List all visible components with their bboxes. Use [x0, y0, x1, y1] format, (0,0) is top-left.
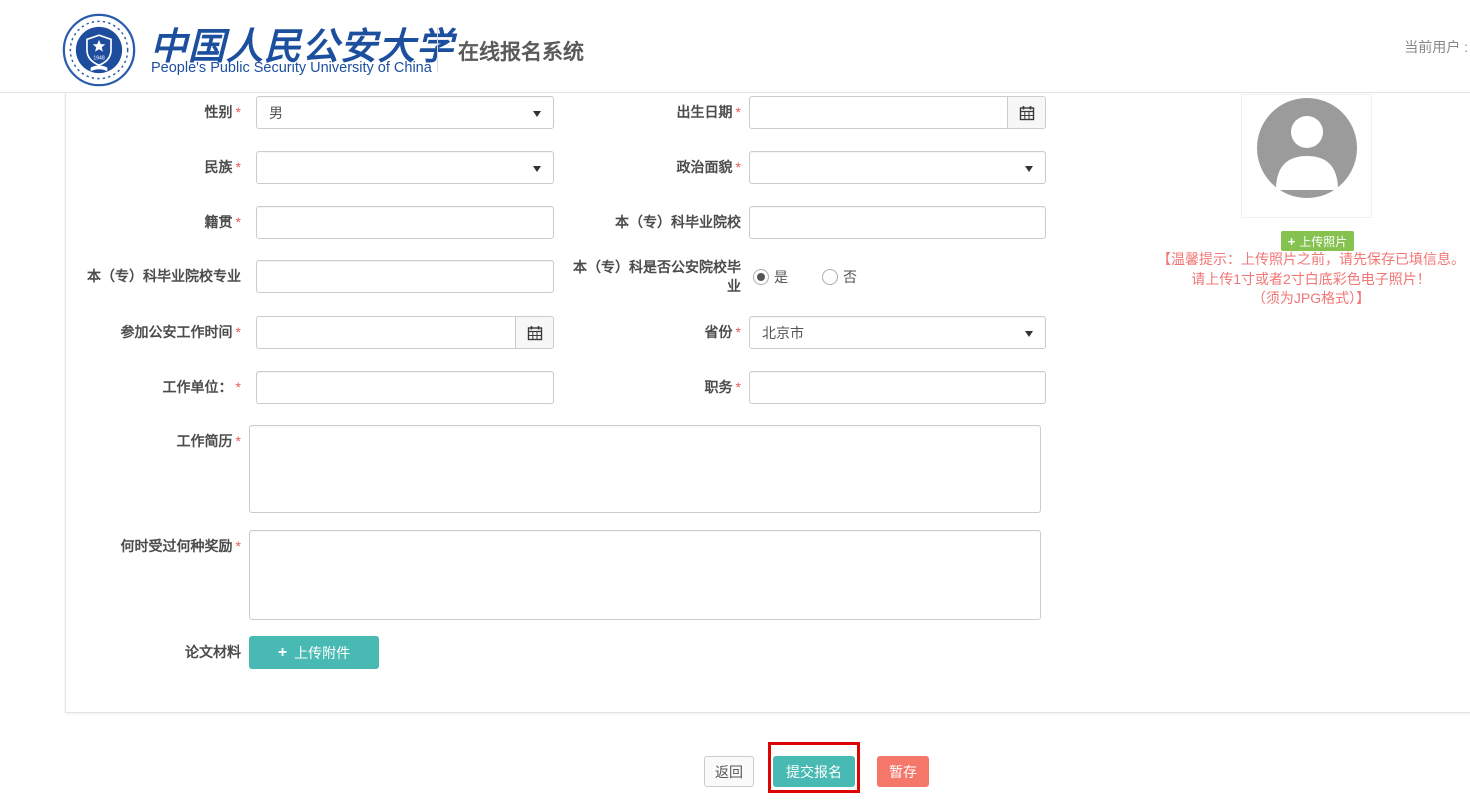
birth-date-input[interactable]: [750, 97, 1007, 128]
gender-select[interactable]: 男: [256, 96, 554, 129]
political-status-label: 政治面貌*: [571, 151, 741, 184]
calendar-icon: [1019, 105, 1035, 121]
thesis-label: 论文材料: [66, 636, 241, 669]
work-unit-input[interactable]: [256, 371, 554, 404]
birth-date-label: 出生日期*: [571, 96, 741, 129]
app-header: 1948 中国人民公安大学 People's Public Security U…: [0, 0, 1470, 93]
police-work-time-group: [256, 316, 554, 349]
chevron-down-icon: [533, 166, 541, 172]
svg-text:1948: 1948: [93, 56, 104, 62]
university-seal-logo: 1948: [62, 13, 136, 87]
radio-icon: [822, 269, 838, 285]
province-select[interactable]: 北京市: [749, 316, 1046, 349]
university-name-en: People's Public Security University of C…: [151, 60, 432, 76]
birth-date-calendar-button[interactable]: [1007, 97, 1045, 128]
header-divider: [437, 27, 438, 72]
system-title: 在线报名系统: [458, 36, 584, 66]
work-resume-textarea[interactable]: [249, 425, 1041, 513]
radio-option-no[interactable]: 否: [822, 267, 857, 287]
work-unit-label: 工作单位：*: [66, 371, 241, 404]
current-user-label: 当前用户 :: [1404, 37, 1468, 57]
upload-attachment-button[interactable]: + 上传附件: [249, 636, 379, 669]
awards-textarea[interactable]: [249, 530, 1041, 620]
province-label: 省份*: [571, 316, 741, 349]
position-label: 职务*: [571, 371, 741, 404]
submit-button[interactable]: 提交报名: [773, 756, 855, 787]
tip-line: （须为JPG格式）】: [1151, 289, 1470, 309]
calendar-icon: [527, 325, 543, 341]
police-work-time-calendar-button[interactable]: [515, 317, 553, 348]
birth-date-group: [749, 96, 1046, 129]
footer-actions: 返回 提交报名 暂存: [0, 741, 1470, 801]
photo-placeholder: [1241, 94, 1372, 218]
political-status-select[interactable]: [749, 151, 1046, 184]
radio-icon: [753, 269, 769, 285]
native-place-label: 籍贯*: [66, 206, 241, 239]
chevron-down-icon: [1025, 166, 1033, 172]
plus-icon: +: [1288, 235, 1296, 248]
ethnicity-label: 民族*: [66, 151, 241, 184]
work-resume-label: 工作简历*: [66, 425, 241, 458]
native-place-input[interactable]: [256, 206, 554, 239]
police-work-time-label: 参加公安工作时间*: [66, 316, 241, 349]
tip-line: 请上传1寸或者2寸白底彩色电子照片！: [1151, 270, 1470, 290]
avatar-icon: [1257, 98, 1357, 198]
tip-line: 【温馨提示：上传照片之前，请先保存已填信息。: [1151, 250, 1470, 270]
ethnicity-select[interactable]: [256, 151, 554, 184]
radio-option-yes[interactable]: 是: [753, 267, 788, 287]
back-button[interactable]: 返回: [704, 756, 754, 787]
grad-major-label: 本（专）科毕业院校专业: [66, 260, 241, 293]
position-input[interactable]: [749, 371, 1046, 404]
plus-icon: +: [278, 645, 287, 661]
is-police-academy-label: 本（专）科是否公安院校毕业: [571, 250, 741, 303]
gender-label: 性别*: [66, 96, 241, 129]
grad-major-input[interactable]: [256, 260, 554, 293]
save-draft-button[interactable]: 暂存: [877, 756, 929, 787]
grad-school-label: 本（专）科毕业院校: [571, 206, 741, 239]
chevron-down-icon: [1025, 331, 1033, 337]
province-select-value: 北京市: [762, 323, 804, 343]
awards-label: 何时受过何种奖励*: [66, 530, 241, 563]
grad-school-input[interactable]: [749, 206, 1046, 239]
upload-photo-button[interactable]: + 上传照片: [1281, 231, 1354, 251]
registration-form-panel: 性别* 男 出生日期* 民族* 政治面貌*: [65, 93, 1470, 713]
gender-select-value: 男: [269, 103, 283, 123]
photo-upload-tips: 【温馨提示：上传照片之前，请先保存已填信息。 请上传1寸或者2寸白底彩色电子照片…: [1151, 250, 1470, 309]
is-police-academy-radiogroup: 是 否: [753, 260, 857, 293]
chevron-down-icon: [533, 111, 541, 117]
police-work-time-input[interactable]: [257, 317, 515, 348]
